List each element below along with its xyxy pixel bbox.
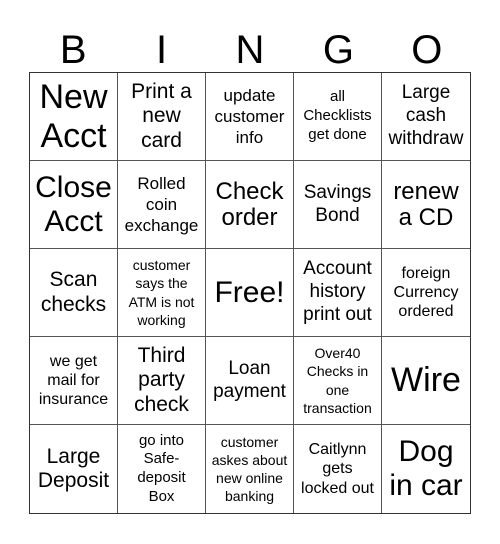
bingo-cell[interactable]: renew a CD [382,161,470,249]
bingo-cell[interactable]: Close Acct [30,161,118,249]
bingo-cell[interactable]: Savings Bond [294,161,382,249]
bingo-cell[interactable]: Large cash withdraw [382,73,470,161]
cell-text: Large cash withdraw [388,82,464,149]
bingo-cell[interactable]: Loan payment [206,337,294,425]
cell-text: customer says the ATM is not working [128,257,195,328]
cell-text: Rolled coin exchange [124,173,199,236]
bingo-cell[interactable]: go into Safe- deposit Box [118,425,206,513]
cell-text: Account history print out [303,258,372,325]
bingo-cell[interactable]: Wire [382,337,470,425]
free-space-text: Free! [214,275,285,309]
cell-text: Over40 Checks in one transaction [303,345,372,416]
cell-text: New Acct [39,78,108,155]
cell-text: Print a new card [131,80,192,152]
cell-text: Scan checks [40,268,107,316]
bingo-cell[interactable]: Third party check [118,337,206,425]
bingo-cell[interactable]: Print a new card [118,73,206,161]
bingo-header: B I N G O [29,28,471,72]
bingo-cell[interactable]: Large Deposit [30,425,118,513]
cell-text: renew a CD [393,178,459,231]
cell-text: Wire [391,361,461,400]
free-space-cell[interactable]: Free! [206,249,294,337]
header-letter-g: G [322,28,354,72]
cell-text: Caitlynn gets locked out [301,441,374,497]
bingo-card-grid: New Acct Print a new card update custome… [29,72,471,514]
bingo-cell[interactable]: we get mail for insurance [30,337,118,425]
header-letter-i: I [156,28,168,72]
bingo-cell[interactable]: Caitlynn gets locked out [294,425,382,513]
cell-text: we get mail for insurance [38,352,109,409]
cell-text: update customer info [214,85,285,148]
header-letter-n: N [235,28,265,72]
cell-text: Close Acct [35,170,112,238]
bingo-cell[interactable]: foreign Currency ordered [382,249,470,337]
cell-text: Loan payment [213,357,286,402]
bingo-cell[interactable]: Over40 Checks in one transaction [294,337,382,425]
cell-text: customer askes about new online banking [211,433,288,505]
bingo-cell[interactable]: Check order [206,161,294,249]
bingo-cell[interactable]: Account history print out [294,249,382,337]
bingo-cell[interactable]: update customer info [206,73,294,161]
cell-text: Third party check [134,344,189,416]
bingo-cell[interactable]: customer askes about new online banking [206,425,294,513]
bingo-cell[interactable]: Rolled coin exchange [118,161,206,249]
cell-text: Check order [215,178,284,231]
cell-text: Dog in car [389,435,463,502]
header-letter-o: O [411,28,443,72]
bingo-cell[interactable]: all Checklists get done [294,73,382,161]
bingo-cell[interactable]: Scan checks [30,249,118,337]
cell-text: go into Safe- deposit Box [137,431,186,505]
bingo-cell[interactable]: New Acct [30,73,118,161]
cell-text: foreign Currency ordered [393,264,459,321]
bingo-cell[interactable]: customer says the ATM is not working [118,249,206,337]
cell-text: Savings Bond [303,181,372,226]
cell-text: Large Deposit [37,444,110,492]
header-letter-b: B [59,28,87,72]
bingo-cell[interactable]: Dog in car [382,425,470,513]
cell-text: all Checklists get done [303,88,372,143]
